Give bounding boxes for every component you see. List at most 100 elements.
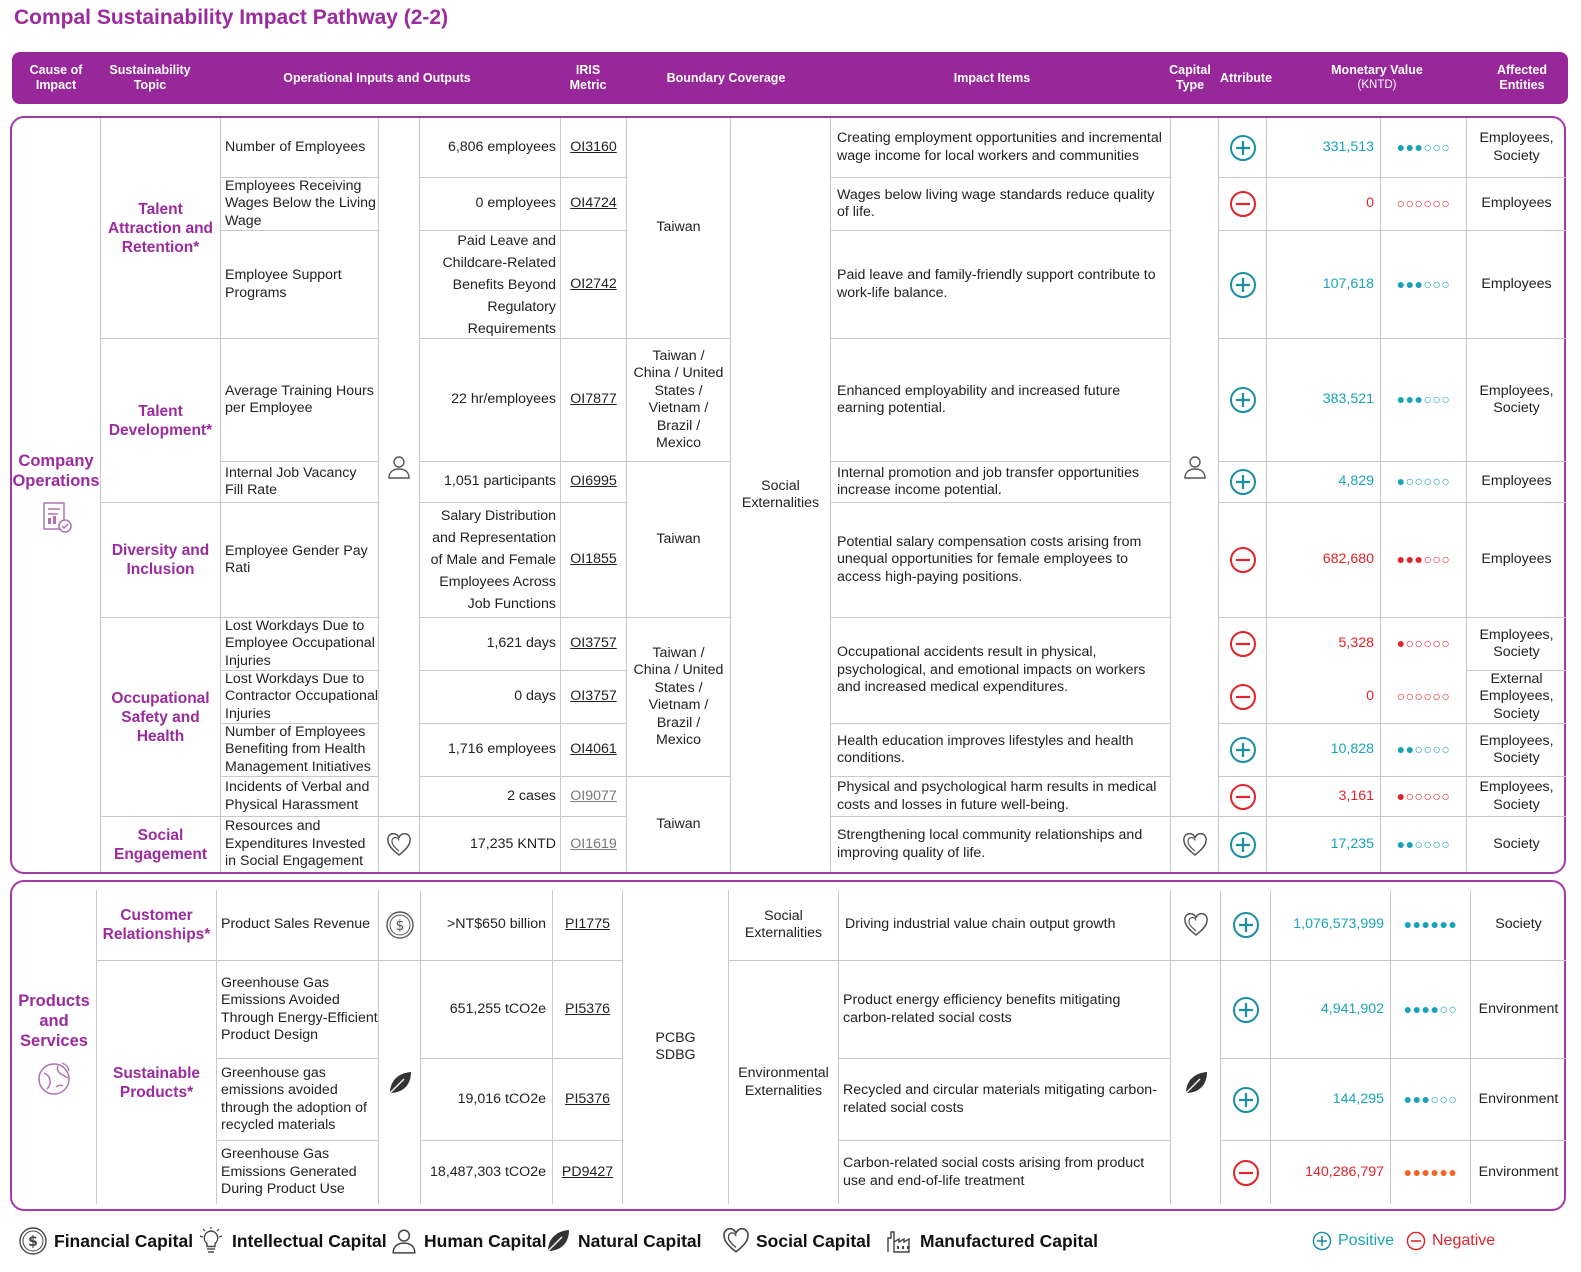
rating-dots: ●●●●●●: [1390, 1140, 1470, 1204]
iris-link[interactable]: PD9427: [552, 1140, 622, 1204]
impact-item: Paid leave and family-friendly support c…: [830, 230, 1170, 338]
affected-entities: Employees, Society: [1466, 723, 1566, 776]
heart-icon: [723, 1228, 749, 1253]
metric-value: Paid Leave and Childcare-Related Benefit…: [419, 230, 560, 338]
human-capital-icon: [378, 118, 419, 816]
affected-entities: Employees, Society: [1466, 617, 1566, 670]
human-capital-icon: [392, 1229, 416, 1254]
rating-dots: ○○○○○○: [1380, 177, 1466, 230]
impact-item: Driving industrial value chain output gr…: [838, 890, 1170, 960]
factory-icon: [887, 1231, 910, 1253]
positive-icon: [1218, 461, 1266, 502]
header-affected: Affected Entities: [1496, 63, 1547, 92]
negative-icon: [1218, 177, 1266, 230]
monetary-value: 10,828: [1266, 723, 1380, 776]
legend-natural: Natural Capital: [544, 1226, 702, 1256]
leaf-icon: [547, 1230, 569, 1252]
affected-entities: Employees: [1466, 230, 1566, 338]
topic-talent-development: Talent Development*: [100, 338, 220, 502]
impact-item: Creating employment opportunities and in…: [830, 118, 1170, 177]
leaf-icon: [378, 960, 420, 1204]
boundary-multi-country: Taiwan / China / United States / Vietnam…: [626, 617, 730, 776]
externality-social: Social Externalities: [728, 890, 838, 960]
svg-text:$: $: [395, 918, 404, 934]
metric-name: Number of Employees: [220, 118, 378, 177]
legend-human: Human Capital: [390, 1226, 547, 1256]
negative-icon: [1406, 1231, 1426, 1251]
impact-item: Potential salary compensation costs aris…: [830, 502, 1170, 617]
metric-value: 19,016 tCO2e: [420, 1058, 552, 1140]
iris-link[interactable]: OI7877: [560, 338, 626, 461]
topic-talent-attraction: Talent Attraction and Retention*: [100, 118, 220, 338]
affected-entities: Environment: [1470, 1058, 1566, 1140]
metric-name: Product Sales Revenue: [216, 890, 378, 960]
iris-link[interactable]: PI5376: [552, 1058, 622, 1140]
metric-value: 1,716 employees: [419, 723, 560, 776]
header-topic: Sustainability Topic: [109, 63, 191, 92]
boundary-taiwan: Taiwan: [626, 118, 730, 338]
heart-icon: [378, 816, 419, 872]
negative-icon: [1218, 617, 1266, 670]
metric-name: Average Training Hours per Employee: [220, 338, 378, 461]
iris-link[interactable]: PI1775: [552, 890, 622, 960]
rating-dots: ●○○○○○: [1380, 617, 1466, 670]
metric-value: 6,806 employees: [419, 118, 560, 177]
header-inputs: Operational Inputs and Outputs: [283, 70, 471, 85]
iris-link[interactable]: OI4061: [560, 723, 626, 776]
impact-item: Internal promotion and job transfer oppo…: [830, 461, 1170, 502]
monetary-value: 0: [1266, 177, 1380, 230]
iris-link[interactable]: OI3160: [560, 118, 626, 177]
rating-dots: ●●●○○○: [1380, 338, 1466, 461]
header-iris: IRIS Metric: [569, 63, 607, 92]
legend-positive: Positive: [1312, 1226, 1394, 1256]
monetary-value: 144,295: [1270, 1058, 1390, 1140]
metric-value: 0 employees: [419, 177, 560, 230]
monetary-value: 17,235: [1266, 816, 1380, 872]
rating-dots: ●●○○○○: [1380, 816, 1466, 872]
dollar-icon: $: [378, 890, 420, 960]
impact-item: Wages below living wage standards reduce…: [830, 177, 1170, 230]
header-capital: Capital Type: [1169, 63, 1211, 92]
metric-value: 1,621 days: [419, 617, 560, 670]
topic-diversity: Diversity and Inclusion: [100, 502, 220, 617]
iris-link[interactable]: OI3757: [560, 670, 626, 723]
iris-link[interactable]: OI6995: [560, 461, 626, 502]
negative-icon: [1218, 776, 1266, 816]
affected-entities: Environment: [1470, 960, 1566, 1058]
metric-name: Lost Workdays Due to Contractor Occupati…: [220, 670, 378, 723]
iris-link[interactable]: OI4724: [560, 177, 626, 230]
rating-dots: ○○○○○○: [1380, 670, 1466, 723]
iris-link[interactable]: OI1619: [560, 816, 626, 872]
positive-icon: [1220, 960, 1270, 1058]
affected-entities: Employees: [1466, 461, 1566, 502]
topic-occupational-safety: Occupational Safety and Health: [100, 617, 220, 816]
rating-dots: ●●●○○○: [1380, 502, 1466, 617]
iris-link[interactable]: OI3757: [560, 617, 626, 670]
iris-link[interactable]: OI9077: [560, 776, 626, 816]
affected-entities: Society: [1470, 890, 1566, 960]
positive-icon: [1220, 890, 1270, 960]
iris-link[interactable]: OI2742: [560, 230, 626, 338]
boundary-taiwan: Taiwan: [626, 461, 730, 617]
monetary-value: 4,941,902: [1270, 960, 1390, 1058]
iris-link[interactable]: PI5376: [552, 960, 622, 1058]
positive-icon: [1218, 230, 1266, 338]
impact-item: Carbon-related social costs arising from…: [838, 1140, 1170, 1204]
affected-entities: Employees, Society: [1466, 338, 1566, 461]
leaf-icon: [1170, 960, 1220, 1204]
metric-name: Greenhouse gas emissions avoided through…: [216, 1058, 378, 1140]
metric-value: Salary Distribution and Representation o…: [419, 502, 560, 617]
monetary-value: 140,286,797: [1270, 1140, 1390, 1204]
affected-entities: Employees, Society: [1466, 118, 1566, 177]
monetary-value: 383,521: [1266, 338, 1380, 461]
heart-icon: [1170, 816, 1218, 872]
metric-name: Greenhouse Gas Emissions Generated Durin…: [216, 1140, 378, 1204]
negative-icon: [1218, 502, 1266, 617]
svg-text:$: $: [28, 1234, 38, 1250]
topic-customer-relationships: Customer Relationships*: [96, 890, 216, 960]
positive-icon: [1218, 118, 1266, 177]
iris-link[interactable]: OI1855: [560, 502, 626, 617]
metric-value: 17,235 KNTD: [419, 816, 560, 872]
lightbulb-icon: [199, 1227, 223, 1253]
affected-entities: Environment: [1470, 1140, 1566, 1204]
